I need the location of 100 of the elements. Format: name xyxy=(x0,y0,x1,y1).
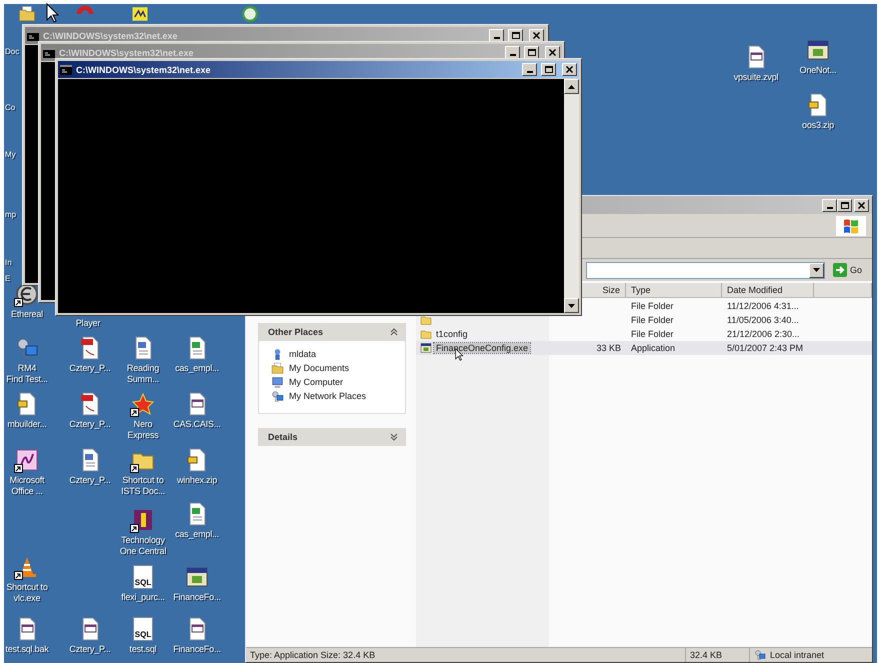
desktop-icon-label[interactable]: oos3.zip xyxy=(802,120,834,131)
network-icon xyxy=(15,336,39,360)
close-button[interactable] xyxy=(545,46,560,59)
desktop-icon-label[interactable]: Nero Express xyxy=(127,419,159,441)
shortcut-arrow-icon xyxy=(130,524,139,533)
desktop-icon-label[interactable]: RM4 Find Test... xyxy=(6,363,48,385)
desktop-icon-label[interactable]: FinanceFo... xyxy=(173,592,221,603)
desktop-icon-label[interactable]: mbuilder... xyxy=(7,419,47,430)
date-modified: 11/12/2006 4:31... xyxy=(726,301,800,311)
desktop-icon-label[interactable]: cas_empl... xyxy=(175,363,219,374)
column-header[interactable]: Date Modified xyxy=(727,285,783,295)
console-icon xyxy=(43,48,55,58)
desktop-icon-label[interactable]: Cztery_P... xyxy=(69,475,111,486)
folder-icon xyxy=(18,5,36,23)
close-icon xyxy=(566,66,573,73)
pane-header[interactable]: Details xyxy=(258,428,406,446)
desktop-icon-label[interactable]: Cztery_P... xyxy=(69,419,111,430)
status-text: Local intranet xyxy=(770,650,824,660)
burst-icon xyxy=(131,392,155,416)
minimize-button[interactable] xyxy=(505,46,520,59)
pane-link[interactable]: My Computer xyxy=(271,375,397,389)
window-icon xyxy=(420,342,432,354)
shortcut-arrow-icon xyxy=(130,408,139,417)
down-arrow-icon xyxy=(568,304,575,308)
maximize-icon xyxy=(512,32,520,39)
desktop-icon-label[interactable]: Ethereal xyxy=(11,309,43,320)
caret-icon xyxy=(812,268,820,272)
maximize-button[interactable] xyxy=(524,46,539,59)
desktop-icon-label[interactable]: Shortcut to vlc.exe xyxy=(6,582,48,604)
scroll-up-button[interactable] xyxy=(564,79,579,94)
desktop-icon-label[interactable]: vpsuite.zvpl xyxy=(734,72,778,83)
desktop-icon-label: mp xyxy=(5,210,16,220)
file-type: File Folder xyxy=(630,315,675,325)
scrollbar[interactable] xyxy=(564,79,579,313)
desktop-icon-label[interactable]: Reading Summ... xyxy=(126,363,160,385)
column-header[interactable]: Size xyxy=(602,285,620,295)
desktop-icon-label[interactable]: OneNot... xyxy=(800,65,836,76)
desktop-icon-label: In xyxy=(5,258,12,268)
desktop-icon-label[interactable]: Player xyxy=(76,318,100,329)
minimize-button[interactable] xyxy=(822,198,837,212)
date-modified: 5/01/2007 2:43 PM xyxy=(726,343,804,353)
maximize-button[interactable] xyxy=(541,63,556,76)
desktop-icon-label[interactable]: FinanceFo... xyxy=(173,644,221,655)
desktop-icon-label[interactable]: Shortcut to ISTS Doc... xyxy=(121,475,165,497)
go-button[interactable]: Go xyxy=(828,262,866,278)
desktop-icon-label[interactable]: test.sql xyxy=(130,644,156,655)
window-title: C:\WINDOWS\system32\net.exe xyxy=(43,30,179,40)
minimize-button[interactable] xyxy=(489,29,504,42)
desktop-icon-label: E xyxy=(5,274,10,284)
up-arrow-icon xyxy=(568,84,575,88)
minimize-icon xyxy=(510,54,516,56)
mouse-pointer-icon xyxy=(46,3,60,23)
desktop-icon-label: My xyxy=(5,150,16,160)
desktop-icon-label[interactable]: test.sql.bak xyxy=(5,644,49,655)
desktop-icon-label[interactable]: CAS.CAIS... xyxy=(173,419,221,430)
desktop-icon-label[interactable]: winhex.zip xyxy=(176,475,218,486)
maximize-button[interactable] xyxy=(837,198,852,212)
column-header[interactable]: Type xyxy=(631,285,651,295)
desktop-icon-label[interactable]: Technology One Central xyxy=(120,535,166,557)
arc-icon xyxy=(76,5,94,15)
desktop-icon-label[interactable]: flexi_purc... xyxy=(121,592,165,603)
file-name[interactable]: FinanceOneConfig.exe xyxy=(434,343,530,353)
file-name[interactable]: t1config xyxy=(434,329,470,339)
minimize-button[interactable] xyxy=(522,63,537,76)
close-button[interactable] xyxy=(562,63,577,76)
date-modified: 11/05/2006 3:40... xyxy=(726,315,800,325)
desktop-icon-label[interactable]: Microsoft Office ... xyxy=(10,475,44,497)
pane-title: Details xyxy=(268,432,298,442)
script-tile-icon xyxy=(15,448,39,472)
pane-title: Other Places xyxy=(268,327,324,337)
go-arrow-icon xyxy=(832,263,847,277)
pane-header[interactable]: Other Places xyxy=(258,323,406,341)
shortcut-arrow-icon xyxy=(130,464,139,473)
pane-link[interactable]: My Network Places xyxy=(271,389,397,403)
pane-link[interactable]: My Documents xyxy=(271,361,397,375)
tile-icon xyxy=(131,508,155,532)
window-title: C:\WINDOWS\system32\net.exe xyxy=(59,48,195,58)
desktop-icon-label[interactable]: cas_empl... xyxy=(175,529,219,540)
close-icon xyxy=(549,49,556,56)
status-text: Type: Application Size: 32.4 KB xyxy=(246,648,686,662)
close-button[interactable] xyxy=(529,29,544,42)
tile-icon xyxy=(131,5,149,23)
minimize-icon xyxy=(826,206,832,208)
close-button[interactable] xyxy=(854,198,869,212)
file-type: Application xyxy=(630,343,676,353)
maximize-button[interactable] xyxy=(508,29,523,42)
address-field[interactable] xyxy=(586,262,825,278)
file-size: 33 KB xyxy=(595,343,622,353)
sql-file-icon: SQL xyxy=(133,617,153,641)
close-icon xyxy=(858,202,865,208)
desktop-icon-label[interactable]: Cztery_P... xyxy=(69,644,111,655)
dropdown-button[interactable] xyxy=(808,262,824,278)
shortcut-arrow-icon xyxy=(14,571,23,580)
window-icon xyxy=(806,38,830,62)
desktop-icon-label: Co xyxy=(5,103,16,113)
pane-link[interactable]: mldata xyxy=(271,347,397,361)
network-icon xyxy=(271,390,284,402)
scroll-down-button[interactable] xyxy=(564,298,579,313)
desktop-icon-label[interactable]: Cztery_P... xyxy=(69,363,111,374)
minimize-icon xyxy=(526,71,532,73)
